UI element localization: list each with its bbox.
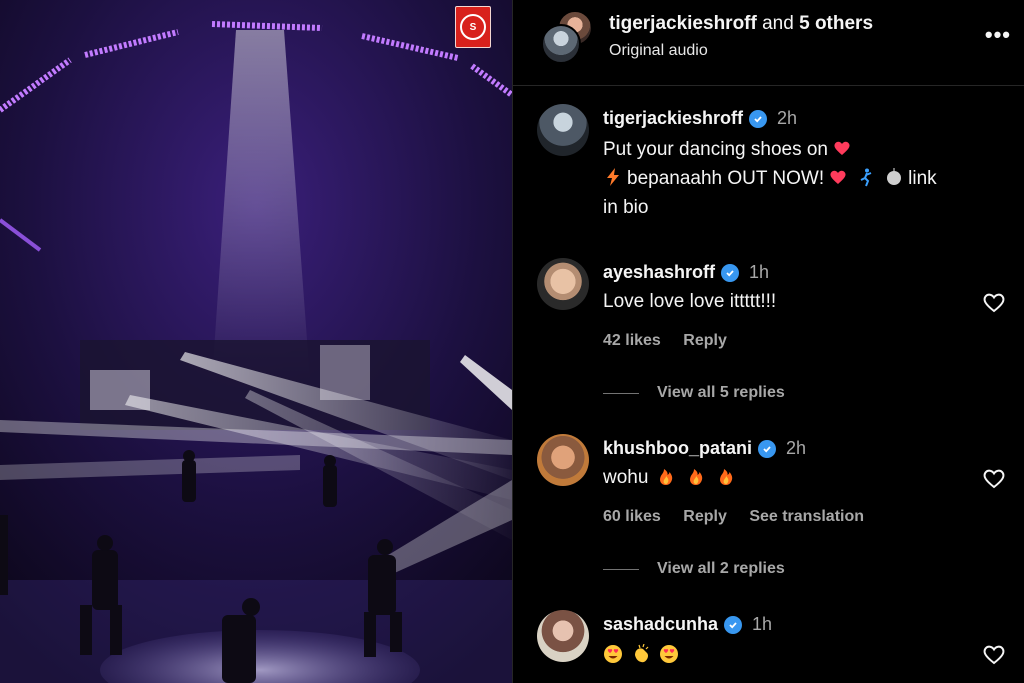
caption-line-2: bepanaahh OUT NOW! <box>627 168 825 189</box>
like-heart-icon[interactable] <box>981 290 1007 314</box>
comment-text: Love love love ittttt!!! <box>603 291 777 312</box>
post-media[interactable]: S <box>0 0 512 683</box>
comment-author: sashadcunha 1h <box>603 614 772 635</box>
view-replies-button[interactable]: View all 2 replies <box>603 560 785 578</box>
comment-meta: 60 likes Reply See translation <box>603 508 882 526</box>
reply-button[interactable]: Reply <box>683 332 727 349</box>
avatar[interactable] <box>537 610 589 662</box>
verified-icon <box>749 109 768 128</box>
verified-icon <box>721 263 740 282</box>
concert-stage-image <box>0 0 512 683</box>
avatar[interactable] <box>537 104 589 156</box>
channel-logo: S <box>455 6 491 48</box>
fire-emoji-icon <box>720 469 733 485</box>
see-translation-button[interactable]: See translation <box>749 508 864 525</box>
username[interactable]: khushboo_patani <box>603 438 752 459</box>
verified-icon <box>724 615 743 634</box>
lightning-emoji-icon <box>607 168 619 186</box>
caption-author: tigerjackieshroff 2h <box>603 108 797 129</box>
logo-mark: S <box>460 14 486 40</box>
heart-emoji-icon <box>834 141 850 155</box>
post-header: tigerjackieshroff and 5 others Original … <box>513 0 1024 86</box>
collab-avatars[interactable] <box>537 10 593 66</box>
view-replies-button[interactable]: View all 5 replies <box>603 384 785 402</box>
comment-text: wohu <box>603 463 1003 492</box>
heart-emoji-icon <box>830 170 846 184</box>
audio-link[interactable]: Original audio <box>609 42 708 60</box>
avatar <box>541 24 581 64</box>
verified-icon <box>758 439 777 458</box>
author-username[interactable]: tigerjackieshroff <box>609 13 757 34</box>
username[interactable]: tigerjackieshroff <box>603 108 743 129</box>
caption-line-3: in bio <box>603 197 649 218</box>
caption-text: Put your dancing shoes on bepanaahh OUT … <box>603 135 1003 222</box>
username[interactable]: ayeshashroff <box>603 262 715 283</box>
timestamp: 1h <box>749 262 770 282</box>
more-horizontal-icon[interactable]: ••• <box>985 22 1011 48</box>
fire-emoji-icon <box>690 469 703 485</box>
dancer-emoji-icon <box>860 168 872 187</box>
comment-author: ayeshashroff 1h <box>603 262 769 283</box>
fire-emoji-icon <box>660 469 673 485</box>
timestamp: 1h <box>752 614 773 634</box>
divider-line <box>603 392 639 394</box>
post-authors[interactable]: tigerjackieshroff and 5 others <box>609 13 873 35</box>
comment-text-body: wohu <box>603 467 649 488</box>
comment-text <box>603 641 1003 670</box>
and-text: and <box>762 13 794 34</box>
timestamp: 2h <box>786 438 807 458</box>
clapping-hands-emoji-icon <box>635 644 649 663</box>
like-heart-icon[interactable] <box>981 466 1007 490</box>
divider-line <box>603 568 639 570</box>
mirror-ball-emoji-icon <box>887 168 902 185</box>
timestamp: 2h <box>777 108 798 128</box>
like-heart-icon[interactable] <box>981 642 1007 666</box>
others-link[interactable]: 5 others <box>799 13 873 34</box>
likes-count[interactable]: 60 likes <box>603 508 661 525</box>
comment-author: khushboo_patani 2h <box>603 438 806 459</box>
caption-line-2-end[interactable]: link <box>908 168 937 189</box>
comment-meta: 42 likes Reply <box>603 332 745 350</box>
view-replies-label: View all 5 replies <box>657 384 785 401</box>
likes-count[interactable]: 42 likes <box>603 332 661 349</box>
comments-panel: tigerjackieshroff and 5 others Original … <box>512 0 1024 683</box>
username[interactable]: sashadcunha <box>603 614 718 635</box>
heart-eyes-emoji-icon <box>660 645 678 663</box>
view-replies-label: View all 2 replies <box>657 560 785 577</box>
avatar[interactable] <box>537 434 589 486</box>
reply-button[interactable]: Reply <box>683 508 727 525</box>
caption-line-1: Put your dancing shoes on <box>603 139 828 160</box>
heart-eyes-emoji-icon <box>604 645 622 663</box>
avatar[interactable] <box>537 258 589 310</box>
